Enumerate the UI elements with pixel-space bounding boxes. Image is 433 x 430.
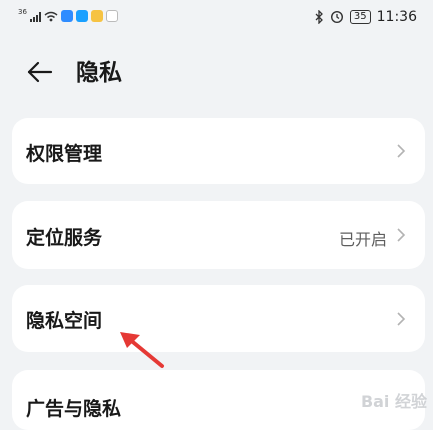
watermark: Bai 经验	[360, 392, 427, 411]
app-icon	[90, 10, 103, 22]
app-icon	[105, 10, 118, 22]
location-status: 已开启	[338, 230, 387, 249]
settings-item-private-space[interactable]: 隐私空间	[12, 285, 425, 352]
back-arrow-icon[interactable]	[26, 58, 54, 86]
settings-item-label: 定位服务	[26, 227, 103, 249]
chevron-right-icon	[397, 228, 406, 242]
chevron-right-icon	[397, 312, 406, 326]
signal-icon	[29, 11, 41, 22]
status-bar: 36 35 11:36	[0, 0, 433, 36]
settings-item-permissions[interactable]: 权限管理	[12, 118, 425, 184]
battery-icon: 35	[349, 10, 371, 24]
bluetooth-icon	[315, 10, 323, 24]
settings-item-label: 隐私空间	[26, 310, 103, 332]
alarm-icon	[330, 10, 343, 24]
app-icon	[60, 10, 73, 22]
page-title: 隐私	[76, 60, 122, 86]
wifi-icon	[44, 11, 58, 21]
annotation-arrow-icon	[120, 332, 164, 368]
settings-item-location[interactable]: 定位服务 已开启	[12, 201, 425, 269]
settings-item-label: 权限管理	[26, 143, 103, 165]
status-right: 35 11:36	[315, 9, 417, 25]
network-type-label: 36	[18, 7, 27, 16]
clock: 11:36	[376, 9, 417, 25]
app-icon	[75, 10, 88, 22]
status-left: 36	[18, 7, 118, 22]
settings-item-label: 广告与隐私	[26, 398, 122, 420]
chevron-right-icon	[397, 144, 406, 158]
